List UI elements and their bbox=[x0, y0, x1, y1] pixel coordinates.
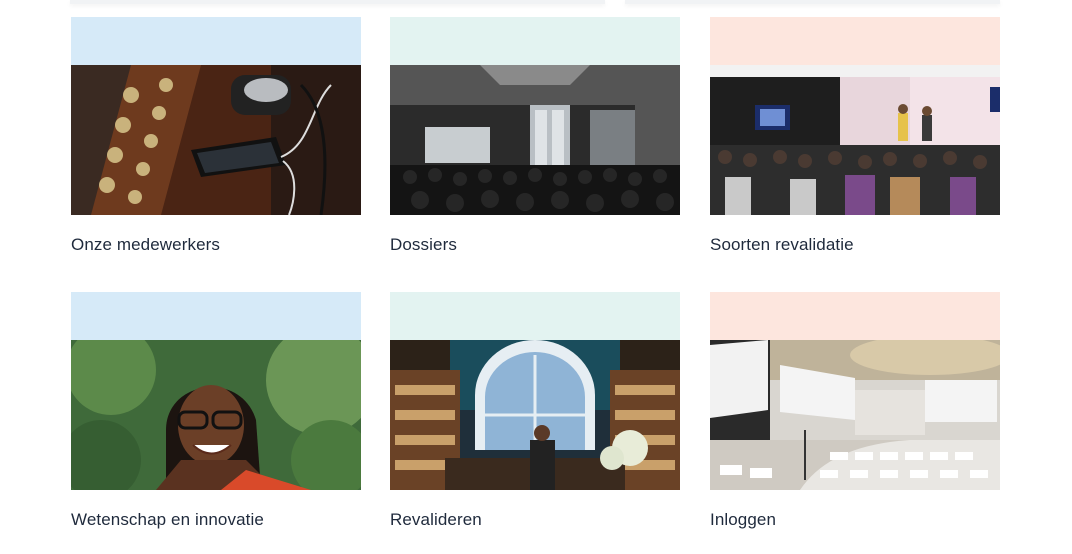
card-revalideren[interactable]: Revalideren bbox=[390, 292, 680, 552]
previous-row-card-edge bbox=[70, 0, 605, 4]
card-color-band bbox=[710, 17, 1000, 65]
presentation-stage-audience-photo[interactable] bbox=[710, 65, 1000, 215]
phone-on-audio-mixer-photo[interactable] bbox=[71, 65, 361, 215]
card-inloggen[interactable]: Inloggen bbox=[710, 292, 1000, 552]
card-title[interactable]: Wetenschap en innovatie bbox=[71, 510, 264, 530]
card-title[interactable]: Dossiers bbox=[390, 235, 457, 255]
bookstore-interior-photo[interactable] bbox=[390, 340, 680, 490]
card-color-band bbox=[710, 292, 1000, 340]
card-color-band bbox=[390, 292, 680, 340]
smiling-woman-portrait-photo[interactable] bbox=[71, 340, 361, 490]
card-title[interactable]: Inloggen bbox=[710, 510, 776, 530]
card-color-band bbox=[71, 292, 361, 340]
card-title[interactable]: Revalideren bbox=[390, 510, 482, 530]
card-dossiers[interactable]: Dossiers bbox=[390, 17, 680, 277]
card-wetenschap-en-innovatie[interactable]: Wetenschap en innovatie bbox=[71, 292, 361, 552]
card-onze-medewerkers[interactable]: Onze medewerkers bbox=[71, 17, 361, 277]
card-color-band bbox=[71, 17, 361, 65]
conference-hall-audience-photo[interactable] bbox=[390, 65, 680, 215]
card-color-band bbox=[390, 17, 680, 65]
card-title[interactable]: Onze medewerkers bbox=[71, 235, 220, 255]
card-title[interactable]: Soorten revalidatie bbox=[710, 235, 854, 255]
previous-row-card-edge bbox=[625, 0, 1000, 4]
lecture-auditorium-photo[interactable] bbox=[710, 340, 1000, 490]
card-soorten-revalidatie[interactable]: Soorten revalidatie bbox=[710, 17, 1000, 277]
